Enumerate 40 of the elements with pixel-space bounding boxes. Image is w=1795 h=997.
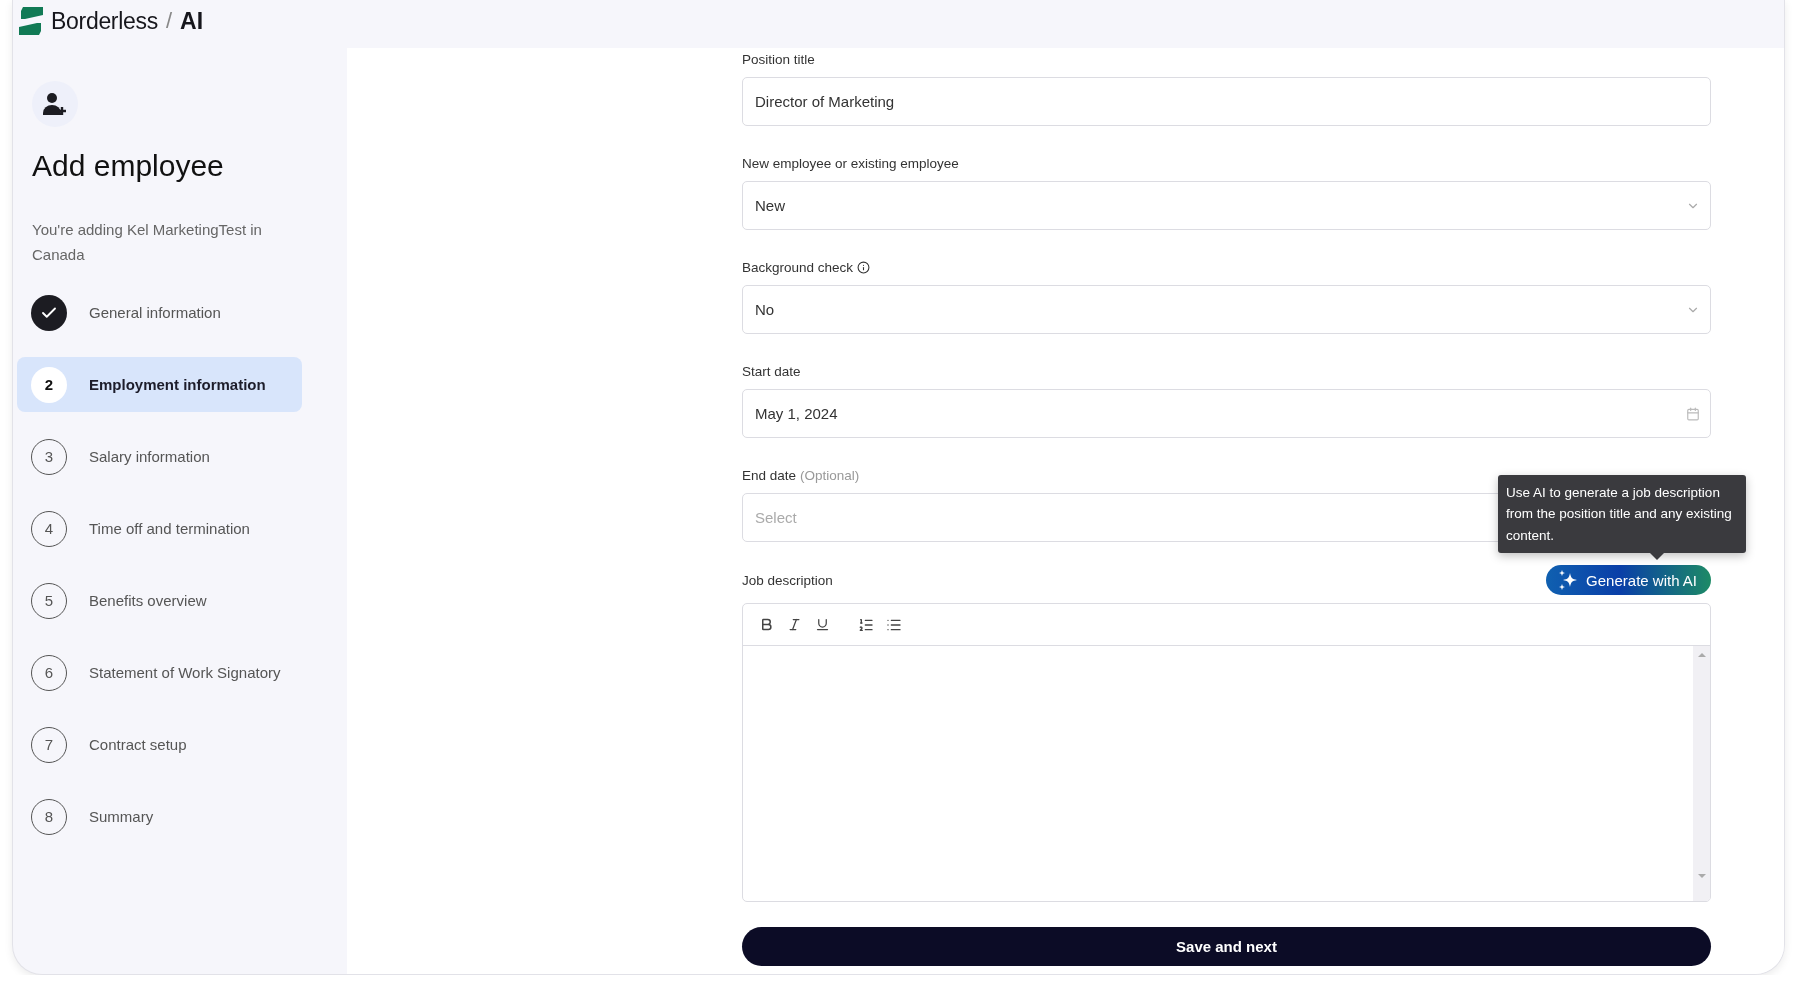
field-label: Start date <box>742 363 801 379</box>
step-label: General information <box>89 303 222 323</box>
info-icon[interactable] <box>857 260 871 274</box>
step-item[interactable]: 6 Statement of Work Signatory <box>17 645 302 700</box>
step-item[interactable]: 5 Benefits overview <box>17 573 302 628</box>
step-item[interactable]: 2 Employment information <box>17 357 302 412</box>
optional-note: (Optional) <box>800 467 860 483</box>
date-field[interactable]: May 1, 2024 <box>742 389 1711 438</box>
dropdown[interactable]: No <box>742 285 1711 334</box>
page-title: Add employee <box>32 149 225 183</box>
brand-separator: / <box>165 8 173 34</box>
save-next-button[interactable]: Save and next <box>742 927 1711 966</box>
step-label: Salary information <box>89 447 211 467</box>
step-label: Contract setup <box>89 735 188 755</box>
step-item[interactable]: General information <box>17 285 302 340</box>
tooltip-arrow <box>1650 553 1664 560</box>
field-label: New employee or existing employee <box>742 155 959 171</box>
dropdown[interactable]: New <box>742 181 1711 230</box>
page-subtitle: You're adding Kel MarketingTest in Canada <box>32 220 263 265</box>
input-field[interactable]: Director of Marketing <box>742 77 1711 126</box>
step-item[interactable]: 7 Contract setup <box>17 717 302 772</box>
generate-ai-button[interactable]: Generate with AI <box>1546 565 1711 595</box>
step-item[interactable]: 4 Time off and termination <box>17 501 302 556</box>
field-label: End date <box>742 467 797 483</box>
add-person-icon <box>32 81 78 127</box>
calendar-icon <box>1686 406 1700 421</box>
field-label: Position title <box>742 51 815 67</box>
logo-icon <box>19 7 43 35</box>
step-label: Summary <box>89 807 155 827</box>
step-label: Benefits overview <box>89 591 208 611</box>
step-label: Statement of Work Signatory <box>89 663 282 683</box>
step-number: 2 <box>31 366 67 403</box>
field-label: Background check <box>742 259 854 275</box>
step-item[interactable]: 8 Summary <box>17 789 302 844</box>
brand-name: Borderless <box>51 7 158 35</box>
step-item[interactable]: 3 Salary information <box>17 429 302 484</box>
field-label: Job description <box>742 572 833 588</box>
step-label: Employment information <box>89 375 267 395</box>
step-label: Time off and termination <box>89 519 251 539</box>
brand-suffix: AI <box>180 7 204 35</box>
